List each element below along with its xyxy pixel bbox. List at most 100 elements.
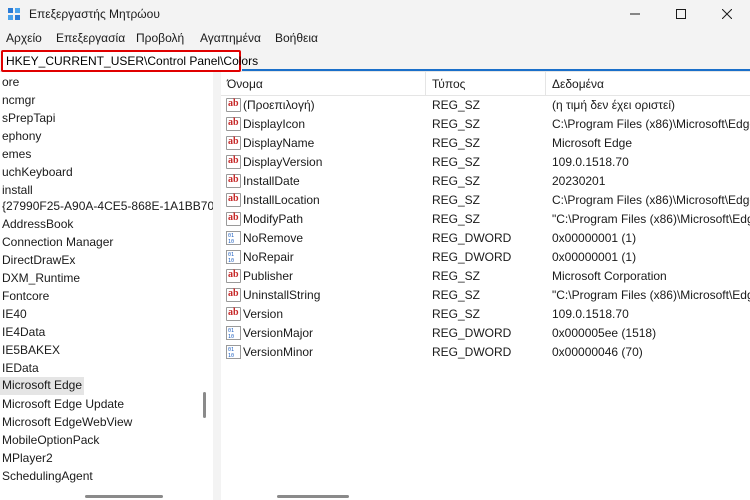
menu-favorites[interactable]: Αγαπημένα [200, 31, 261, 45]
tree-item[interactable]: DirectDrawEx [0, 252, 77, 270]
menu-view[interactable]: Προβολή [136, 31, 184, 45]
tree-item[interactable]: Connection Manager [0, 234, 115, 252]
value-name: DisplayVersion [243, 155, 323, 169]
menu-edit[interactable]: Επεξεργασία [56, 31, 125, 45]
value-row[interactable]: ab UninstallString REG_SZ "C:\Program Fi… [221, 286, 750, 305]
tree-item[interactable]: MobileOptionPack [0, 432, 101, 450]
value-type: REG_DWORD [432, 250, 512, 264]
column-header-type[interactable]: Τύπος [426, 72, 546, 96]
value-row[interactable]: ab DisplayVersion REG_SZ 109.0.1518.70 [221, 153, 750, 172]
minimize-icon [630, 13, 640, 15]
value-row[interactable]: ab DisplayIcon REG_SZ C:\Program Files (… [221, 115, 750, 134]
value-row[interactable]: ab InstallDate REG_SZ 20230201 [221, 172, 750, 191]
column-header-data[interactable]: Δεδομένα [546, 72, 750, 96]
value-data: 0x00000001 (1) [552, 250, 637, 264]
tree-item[interactable]: IE4Data [0, 324, 47, 342]
string-value-icon: ab [226, 269, 241, 283]
value-type: REG_SZ [432, 307, 481, 321]
string-value-icon: ab [226, 307, 241, 321]
value-name: DisplayName [243, 136, 315, 150]
tree-item[interactable]: IE40 [0, 306, 29, 324]
value-data: "C:\Program Files (x86)\Microsoft\Edge [552, 212, 750, 226]
tree-vertical-scrollbar[interactable] [203, 392, 206, 418]
value-row[interactable]: 01 10 NoRepair REG_DWORD 0x00000001 (1) [221, 248, 750, 267]
registry-editor-icon [8, 8, 20, 20]
string-value-icon: ab [226, 155, 241, 169]
value-row[interactable]: ab DisplayName REG_SZ Microsoft Edge [221, 134, 750, 153]
minimize-button[interactable] [612, 0, 658, 28]
values-horizontal-scrollbar[interactable] [277, 495, 349, 498]
maximize-icon [676, 9, 686, 19]
string-value-icon: ab [226, 288, 241, 302]
key-tree-pane[interactable]: ore ncmgr sPrepTapi ephony emes uchKeybo… [0, 72, 213, 500]
value-row[interactable]: ab InstallLocation REG_SZ C:\Program Fil… [221, 191, 750, 210]
value-data: (η τιμή δεν έχει οριστεί) [552, 98, 676, 112]
value-data: 0x00000046 (70) [552, 345, 643, 359]
tree-item[interactable]: sPrepTapi [0, 110, 57, 128]
value-type: REG_SZ [432, 212, 481, 226]
string-value-icon: ab [226, 212, 241, 226]
address-field[interactable]: HKEY_CURRENT_USER\Control Panel\Colors [1, 50, 258, 72]
value-row[interactable]: 01 10 NoRemove REG_DWORD 0x00000001 (1) [221, 229, 750, 248]
value-data: Microsoft Corporation [552, 269, 667, 283]
value-type: REG_SZ [432, 155, 481, 169]
value-name: (Προεπιλογή) [243, 98, 315, 112]
tree-item[interactable]: ncmgr [0, 92, 37, 110]
value-data: 0x00000001 (1) [552, 231, 637, 245]
value-row[interactable]: 01 10 VersionMajor REG_DWORD 0x000005ee (… [221, 324, 750, 343]
menu-file[interactable]: Αρχείο [6, 31, 42, 45]
string-value-icon: ab [226, 98, 241, 112]
value-type: REG_SZ [432, 288, 481, 302]
value-row[interactable]: ab ModifyPath REG_SZ "C:\Program Files (… [221, 210, 750, 229]
dword-value-icon: 0110 [226, 345, 241, 359]
tree-horizontal-scrollbar[interactable] [85, 495, 163, 498]
tree-item[interactable]: ore [0, 74, 21, 92]
value-row[interactable]: ab (Προεπιλογή) REG_SZ (η τιμή δεν έχει … [221, 96, 750, 115]
pane-splitter[interactable] [213, 72, 221, 500]
tree-item[interactable]: {27990F25-A90A-4CE5-868E-1A1BB70 [0, 198, 213, 216]
menu-help[interactable]: Βοήθεια [275, 31, 318, 45]
address-focus-underline [242, 69, 750, 71]
tree-item[interactable]: Fontcore [0, 288, 51, 306]
tree-item[interactable]: Microsoft Edge Update [0, 396, 126, 414]
window-title: Επεξεργαστής Μητρώου [29, 7, 160, 21]
string-value-icon: ab [226, 136, 241, 150]
value-type: REG_SZ [432, 269, 481, 283]
svg-text:10: 10 [228, 258, 234, 264]
value-type: REG_DWORD [432, 326, 512, 340]
value-row[interactable]: ab Version REG_SZ 109.0.1518.70 [221, 305, 750, 324]
value-data: Microsoft Edge [552, 136, 633, 150]
value-name: ModifyPath [243, 212, 304, 226]
tree-item[interactable]: Microsoft EdgeWebView [0, 414, 134, 432]
value-row[interactable]: 01 10 VersionMinor REG_DWORD 0x00000046 (… [221, 343, 750, 362]
tree-item[interactable]: ephony [0, 128, 43, 146]
tree-item[interactable]: DXM_Runtime [0, 270, 82, 288]
value-data: C:\Program Files (x86)\Microsoft\Edge [552, 117, 750, 131]
close-button[interactable] [704, 0, 750, 28]
values-pane[interactable]: Όνομα Τύπος Δεδομένα ab (Προεπιλογή) REG… [221, 72, 750, 500]
tree-item[interactable]: SchedulingAgent [0, 468, 95, 486]
tree-item[interactable]: AddressBook [0, 216, 75, 234]
value-type: REG_SZ [432, 136, 481, 150]
tree-item[interactable]: IEData [0, 360, 41, 378]
maximize-button[interactable] [658, 0, 704, 28]
column-header-name[interactable]: Όνομα [221, 72, 426, 96]
menu-bar: Αρχείο Επεξεργασία Προβολή Αγαπημένα Βοή… [0, 28, 750, 48]
tree-item[interactable]: MPlayer2 [0, 450, 55, 468]
tree-item[interactable]: emes [0, 146, 33, 164]
tree-item[interactable]: uchKeyboard [0, 164, 75, 182]
value-data: 109.0.1518.70 [552, 155, 629, 169]
value-type: REG_SZ [432, 174, 481, 188]
address-path: HKEY_CURRENT_USER\Control Panel\Colors [6, 54, 259, 68]
dword-value-icon: 0110 [226, 326, 241, 340]
string-value-icon: ab [226, 174, 241, 188]
value-data: "C:\Program Files (x86)\Microsoft\Edge [552, 288, 750, 302]
string-value-icon: ab [226, 117, 241, 131]
tree-item-selected[interactable]: Microsoft Edge [0, 377, 85, 395]
title-bar: Επεξεργαστής Μητρώου [0, 0, 750, 28]
address-bar: HKEY_CURRENT_USER\Control Panel\Colors [0, 48, 750, 72]
tree-item[interactable]: IE5BAKEX [0, 342, 62, 360]
value-name: UninstallString [243, 288, 321, 302]
value-row[interactable]: ab Publisher REG_SZ Microsoft Corporatio… [221, 267, 750, 286]
svg-text:10: 10 [228, 334, 234, 340]
